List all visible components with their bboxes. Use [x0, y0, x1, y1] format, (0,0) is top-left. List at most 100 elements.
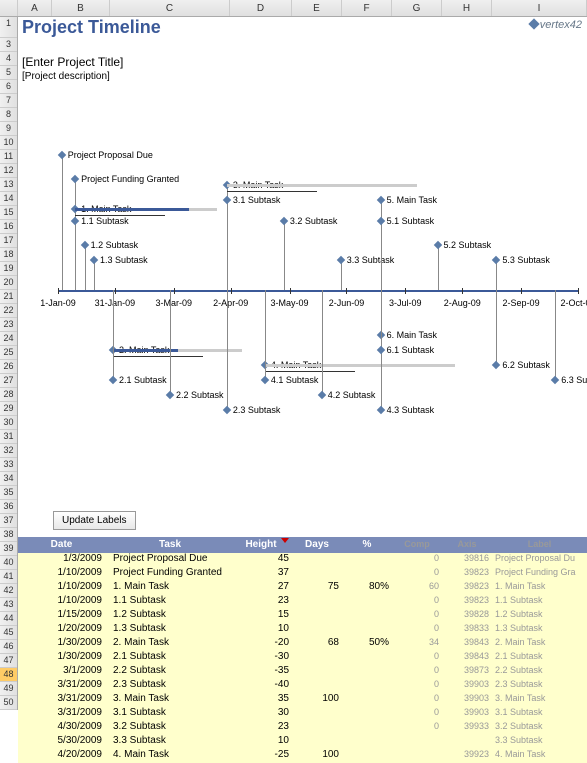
cell-task[interactable]: Project Proposal Due [110, 553, 230, 567]
row-header[interactable]: 49 [0, 682, 17, 696]
row-header[interactable]: 8 [0, 108, 17, 122]
cell-label[interactable]: 3. Main Task [492, 693, 587, 707]
row-header[interactable]: 18 [0, 248, 17, 262]
row-header[interactable]: 14 [0, 192, 17, 206]
cell-days[interactable] [292, 735, 342, 749]
row-header[interactable]: 23 [0, 318, 17, 332]
cell-height[interactable]: 37 [230, 567, 292, 581]
row-header[interactable]: 4 [0, 52, 17, 66]
cell-comp[interactable]: 0 [392, 721, 442, 735]
cell-days[interactable] [292, 707, 342, 721]
project-desc-input[interactable]: [Project description] [18, 71, 110, 82]
row-header[interactable]: 16 [0, 220, 17, 234]
col-header[interactable]: C [110, 0, 230, 16]
cell-task[interactable]: Project Funding Granted [110, 567, 230, 581]
table-row[interactable]: 1/30/20092. Main Task-206850%34398432. M… [18, 637, 587, 651]
cell-height[interactable]: -30 [230, 651, 292, 665]
row-header[interactable]: 30 [0, 416, 17, 430]
cell-axis[interactable]: 39933 [442, 721, 492, 735]
cell-height[interactable]: 35 [230, 693, 292, 707]
cell-pct[interactable] [342, 609, 392, 623]
cell-axis[interactable]: 39823 [442, 581, 492, 595]
row-header[interactable]: 47 [0, 654, 17, 668]
table-row[interactable]: 3/31/20092.3 Subtask-400399032.3 Subtask [18, 679, 587, 693]
cell-task[interactable]: 3. Main Task [110, 693, 230, 707]
th-days[interactable]: Days [292, 537, 342, 553]
cell-label[interactable]: 2.1 Subtask [492, 651, 587, 665]
cell-comp[interactable]: 0 [392, 665, 442, 679]
table-row[interactable]: 1/10/2009Project Funding Granted37039823… [18, 567, 587, 581]
cell-comp[interactable]: 0 [392, 567, 442, 581]
cell-label[interactable]: 1.3 Subtask [492, 623, 587, 637]
cell-task[interactable]: 1.2 Subtask [110, 609, 230, 623]
cell-label[interactable]: 2.2 Subtask [492, 665, 587, 679]
cell-label[interactable]: 2.3 Subtask [492, 679, 587, 693]
cell-comp[interactable]: 0 [392, 595, 442, 609]
cell-pct[interactable] [342, 735, 392, 749]
row-header[interactable]: 24 [0, 332, 17, 346]
cell-height[interactable]: 23 [230, 721, 292, 735]
col-header[interactable]: E [292, 0, 342, 16]
cell-pct[interactable] [342, 679, 392, 693]
cell-label[interactable]: 4. Main Task [492, 749, 587, 763]
cell-comp[interactable]: 0 [392, 679, 442, 693]
cell-comp[interactable]: 34 [392, 637, 442, 651]
sheet-body[interactable]: Project Timeline vertex42 [Enter Project… [18, 17, 587, 710]
cell-axis[interactable]: 39823 [442, 595, 492, 609]
cell-label[interactable]: 1.1 Subtask [492, 595, 587, 609]
row-header[interactable]: 40 [0, 556, 17, 570]
cell-height[interactable]: 10 [230, 623, 292, 637]
table-row[interactable]: 4/30/20093.2 Subtask230399333.2 Subtask [18, 721, 587, 735]
corner-cell[interactable] [0, 0, 18, 16]
table-row[interactable]: 1/30/20092.1 Subtask-300398432.1 Subtask [18, 651, 587, 665]
row-header[interactable]: 15 [0, 206, 17, 220]
cell-label[interactable]: 3.2 Subtask [492, 721, 587, 735]
cell-pct[interactable] [342, 651, 392, 665]
cell-task[interactable]: 1.3 Subtask [110, 623, 230, 637]
cell-axis[interactable]: 39903 [442, 707, 492, 721]
cell-axis[interactable]: 39816 [442, 553, 492, 567]
row-header[interactable]: 17 [0, 234, 17, 248]
cell-pct[interactable] [342, 623, 392, 637]
cell-date[interactable]: 1/10/2009 [18, 595, 110, 609]
cell-days[interactable] [292, 567, 342, 581]
cell-date[interactable]: 1/10/2009 [18, 567, 110, 581]
cell-axis[interactable]: 39903 [442, 693, 492, 707]
cell-date[interactable]: 3/31/2009 [18, 707, 110, 721]
cell-height[interactable]: -40 [230, 679, 292, 693]
row-header[interactable]: 50 [0, 696, 17, 710]
th-comp[interactable]: Comp [392, 537, 442, 553]
th-axis[interactable]: Axis [442, 537, 492, 553]
cell-pct[interactable]: 50% [342, 637, 392, 651]
cell-task[interactable]: 1.1 Subtask [110, 595, 230, 609]
row-header[interactable]: 45 [0, 626, 17, 640]
col-header[interactable]: A [18, 0, 52, 16]
row-header[interactable]: 5 [0, 66, 17, 80]
cell-days[interactable]: 75 [292, 581, 342, 595]
cell-pct[interactable] [342, 707, 392, 721]
table-row[interactable]: 1/15/20091.2 Subtask150398281.2 Subtask [18, 609, 587, 623]
cell-pct[interactable] [342, 693, 392, 707]
cell-comp[interactable]: 0 [392, 693, 442, 707]
table-row[interactable]: 1/20/20091.3 Subtask100398331.3 Subtask [18, 623, 587, 637]
cell-task[interactable]: 2.1 Subtask [110, 651, 230, 665]
cell-days[interactable] [292, 609, 342, 623]
cell-task[interactable]: 2.2 Subtask [110, 665, 230, 679]
row-header[interactable]: 9 [0, 122, 17, 136]
cell-label[interactable]: Project Proposal Du [492, 553, 587, 567]
cell-date[interactable]: 4/30/2009 [18, 721, 110, 735]
cell-label[interactable]: 1. Main Task [492, 581, 587, 595]
cell-height[interactable]: 45 [230, 553, 292, 567]
cell-days[interactable]: 100 [292, 693, 342, 707]
cell-height[interactable]: 27 [230, 581, 292, 595]
cell-days[interactable] [292, 553, 342, 567]
cell-height[interactable]: 10 [230, 735, 292, 749]
cell-comp[interactable]: 0 [392, 707, 442, 721]
cell-pct[interactable] [342, 595, 392, 609]
cell-days[interactable] [292, 665, 342, 679]
row-header[interactable]: 22 [0, 304, 17, 318]
cell-pct[interactable] [342, 665, 392, 679]
col-header[interactable]: F [342, 0, 392, 16]
row-header[interactable]: 19 [0, 262, 17, 276]
cell-height[interactable]: -20 [230, 637, 292, 651]
